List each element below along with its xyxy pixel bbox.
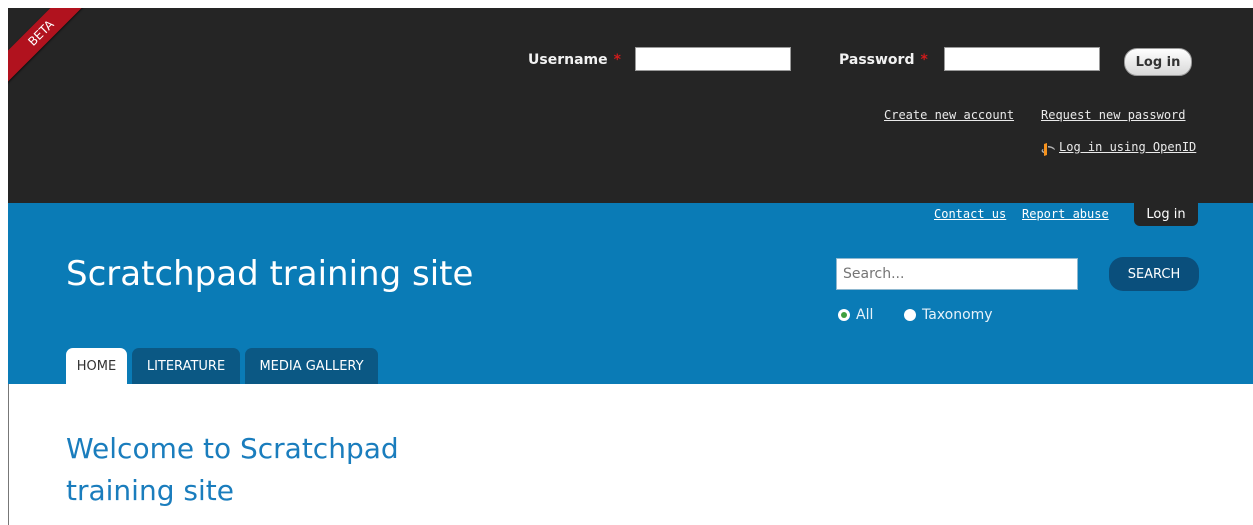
tab-home[interactable]: HOME (66, 348, 127, 384)
login-button[interactable]: Log in (1124, 48, 1192, 76)
username-label: Username * (528, 52, 621, 68)
login-bar: BETA Username * Password * Log in Create n… (8, 8, 1253, 203)
username-required-mark: * (613, 52, 621, 68)
username-label-text: Username (528, 52, 608, 68)
search-scope-all[interactable]: All (838, 307, 873, 323)
search-scope-taxonomy-label: Taxonomy (922, 307, 993, 323)
search-input[interactable] (836, 258, 1078, 290)
openid-login-link[interactable]: Log in using OpenID (1059, 140, 1196, 154)
username-field[interactable] (635, 47, 791, 71)
search-button[interactable]: SEARCH (1109, 257, 1199, 291)
radio-all-checked-icon[interactable] (838, 309, 850, 321)
password-required-mark: * (920, 52, 928, 68)
create-account-link[interactable]: Create new account (884, 108, 1014, 122)
page-heading: Welcome to Scratchpad training site (66, 432, 399, 507)
openid-icon (1041, 143, 1055, 156)
search-scope-taxonomy[interactable]: Taxonomy (904, 307, 993, 323)
content-left-border (8, 384, 9, 525)
login-toggle-tab[interactable]: Log in (1134, 202, 1198, 226)
beta-ribbon: BETA (8, 8, 102, 94)
tab-literature[interactable]: LITERATURE (132, 348, 240, 384)
request-password-link[interactable]: Request new password (1041, 108, 1186, 122)
page-frame: BETA Username * Password * Log in Create n… (8, 8, 1253, 525)
site-title[interactable]: Scratchpad training site (66, 254, 473, 294)
report-abuse-link[interactable]: Report abuse (1022, 207, 1109, 221)
radio-taxonomy-icon[interactable] (904, 309, 916, 321)
password-field[interactable] (944, 47, 1100, 71)
search-scope-all-label: All (856, 307, 874, 323)
password-label: Password * (839, 52, 928, 68)
contact-us-link[interactable]: Contact us (934, 207, 1006, 221)
tab-media-gallery[interactable]: MEDIA GALLERY (245, 348, 378, 384)
password-label-text: Password (839, 52, 915, 68)
